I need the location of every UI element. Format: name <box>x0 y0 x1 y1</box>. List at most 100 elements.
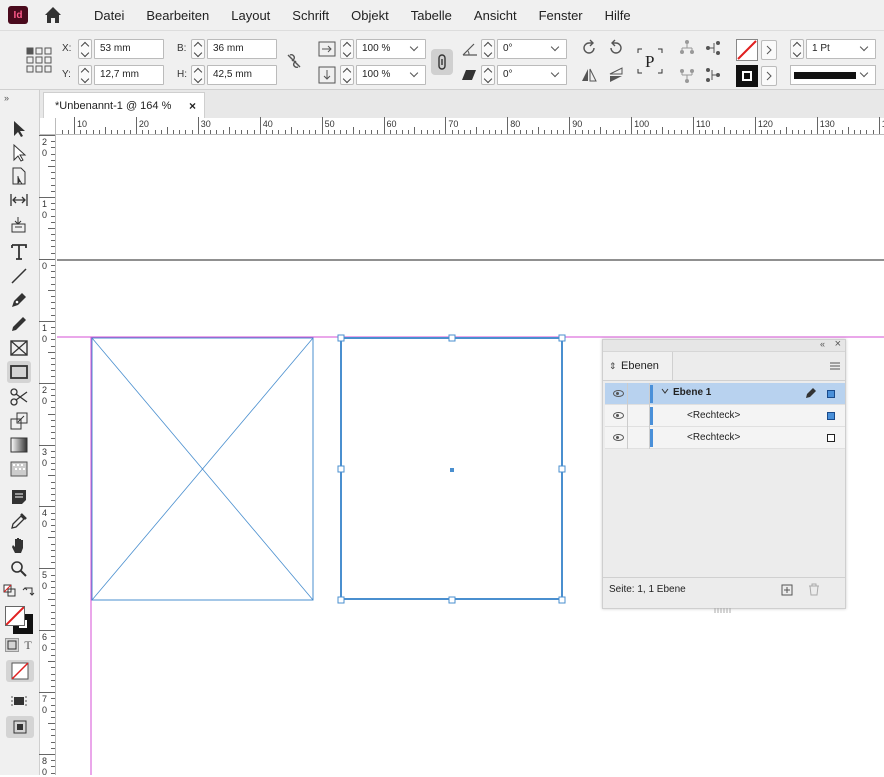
zoom-tool-icon[interactable] <box>8 559 30 579</box>
note-tool-icon[interactable] <box>8 487 30 507</box>
gap-tool-icon[interactable] <box>8 190 30 210</box>
h-stepper[interactable] <box>191 65 205 85</box>
selection-tool-icon[interactable] <box>8 119 30 139</box>
panel-menu-icon[interactable] <box>829 360 841 370</box>
close-tab-icon[interactable]: × <box>189 93 196 119</box>
free-transform-tool-icon[interactable] <box>8 411 30 431</box>
direct-selection-tool-icon[interactable] <box>8 143 30 163</box>
stroke-menu-arrow[interactable] <box>761 66 777 86</box>
stroke-type-dropdown[interactable] <box>856 65 874 85</box>
flip-vertical-icon[interactable] <box>607 66 625 84</box>
new-layer-icon[interactable] <box>781 584 793 596</box>
pen-tool-icon[interactable] <box>8 290 30 310</box>
app-logo[interactable]: Id <box>8 6 28 24</box>
y-stepper[interactable] <box>78 65 92 85</box>
screen-mode-icon[interactable] <box>8 691 30 711</box>
rectangle-tool-icon[interactable] <box>7 361 31 383</box>
horizontal-ruler[interactable]: 1020304050607080901001101201301 <box>56 117 884 135</box>
scale-y-stepper[interactable] <box>340 65 354 85</box>
layer-selection-indicator[interactable] <box>827 390 835 398</box>
type-tool-icon[interactable] <box>8 242 30 262</box>
layer-name[interactable]: Ebene 1 <box>673 387 711 398</box>
shear-dropdown[interactable] <box>547 65 565 85</box>
rotate-clockwise-icon[interactable] <box>580 39 598 57</box>
select-next-object-icon[interactable] <box>704 66 722 84</box>
x-stepper[interactable] <box>78 39 92 59</box>
constrain-scale-button[interactable] <box>431 49 453 75</box>
panel-header[interactable]: « × <box>603 338 845 352</box>
y-field[interactable]: 12,7 mm <box>94 65 164 85</box>
object-name[interactable]: <Rechteck> <box>687 432 740 443</box>
page-tool-icon[interactable] <box>8 166 30 186</box>
select-container-icon[interactable] <box>678 39 696 57</box>
layers-tab[interactable]: ⇕ Ebenen <box>603 352 673 380</box>
angle-dropdown[interactable] <box>547 39 565 59</box>
flip-horizontal-icon[interactable] <box>580 66 598 84</box>
constrain-proportions-icon[interactable] <box>285 52 303 70</box>
gradient-feather-tool-icon[interactable] <box>8 459 30 479</box>
scale-y-dropdown[interactable] <box>406 65 424 85</box>
stroke-black-swatch[interactable] <box>736 65 758 87</box>
collapse-tools-icon[interactable]: » <box>4 93 9 103</box>
visibility-eye-icon[interactable] <box>613 412 624 419</box>
rotate-counterclockwise-icon[interactable] <box>607 39 625 57</box>
fill-stroke-swatches[interactable] <box>3 604 35 634</box>
menu-hilfe[interactable]: Hilfe <box>594 8 642 23</box>
preview-mode-icon[interactable] <box>6 716 34 738</box>
formatting-container-icon[interactable] <box>5 638 19 652</box>
reference-point-icon[interactable] <box>26 47 52 73</box>
ruler-origin[interactable] <box>40 118 56 135</box>
stroke-weight-stepper[interactable] <box>790 39 804 59</box>
paragraph-p-icon[interactable]: P <box>636 47 664 75</box>
scale-x-stepper[interactable] <box>340 39 354 59</box>
close-panel-icon[interactable]: × <box>835 338 841 350</box>
scale-x-dropdown[interactable] <box>406 39 424 59</box>
line-tool-icon[interactable] <box>8 266 30 286</box>
menu-ansicht[interactable]: Ansicht <box>463 8 528 23</box>
scissors-tool-icon[interactable] <box>8 387 30 407</box>
expand-layer-icon[interactable] <box>660 386 670 398</box>
delete-layer-icon[interactable] <box>808 583 820 596</box>
default-fill-stroke-icon[interactable] <box>3 584 17 598</box>
layer-row-ebene-1[interactable]: Ebene 1 <box>605 383 845 405</box>
eyedropper-tool-icon[interactable] <box>8 511 30 531</box>
select-previous-object-icon[interactable] <box>704 39 722 57</box>
rectangle-frame-tool-icon[interactable] <box>8 338 30 358</box>
hand-tool-icon[interactable] <box>8 535 30 555</box>
object-selection-indicator[interactable] <box>827 412 835 420</box>
angle-stepper[interactable] <box>481 39 495 59</box>
visibility-eye-icon[interactable] <box>613 390 624 397</box>
fill-menu-arrow[interactable] <box>761 40 777 60</box>
layer-row-rechteck-1[interactable]: <Rechteck> <box>605 405 845 427</box>
swap-fill-stroke-icon[interactable] <box>22 584 36 598</box>
w-stepper[interactable] <box>191 39 205 59</box>
w-field[interactable]: 36 mm <box>207 39 277 59</box>
menu-layout[interactable]: Layout <box>220 8 281 23</box>
gradient-swatch-tool-icon[interactable] <box>8 435 30 455</box>
vertical-ruler[interactable]: 201001020304050607080 <box>39 118 56 777</box>
stroke-weight-dropdown[interactable] <box>856 39 874 59</box>
x-field[interactable]: 53 mm <box>94 39 164 59</box>
menu-objekt[interactable]: Objekt <box>340 8 400 23</box>
layer-row-rechteck-2[interactable]: <Rechteck> <box>605 427 845 449</box>
home-icon[interactable] <box>43 5 63 25</box>
menu-tabelle[interactable]: Tabelle <box>400 8 463 23</box>
h-field[interactable]: 42,5 mm <box>207 65 277 85</box>
visibility-eye-icon[interactable] <box>613 434 624 441</box>
fill-none-swatch[interactable] <box>736 39 758 61</box>
apply-none-icon[interactable] <box>6 660 34 682</box>
menu-datei[interactable]: Datei <box>83 8 135 23</box>
object-name[interactable]: <Rechteck> <box>687 410 740 421</box>
menu-schrift[interactable]: Schrift <box>281 8 340 23</box>
object-selection-indicator[interactable] <box>827 434 835 442</box>
select-content-icon[interactable] <box>678 66 696 84</box>
document-tab[interactable]: *Unbenannt-1 @ 164 % × <box>43 92 205 118</box>
resize-grip-icon[interactable] <box>713 602 733 613</box>
menu-fenster[interactable]: Fenster <box>528 8 594 23</box>
content-collector-tool-icon[interactable] <box>8 214 30 234</box>
shear-stepper[interactable] <box>481 65 495 85</box>
menu-bearbeiten[interactable]: Bearbeiten <box>135 8 220 23</box>
collapse-panel-icon[interactable]: « <box>820 339 825 349</box>
pencil-tool-icon[interactable] <box>8 314 30 334</box>
formatting-text-icon[interactable]: T <box>21 638 35 652</box>
